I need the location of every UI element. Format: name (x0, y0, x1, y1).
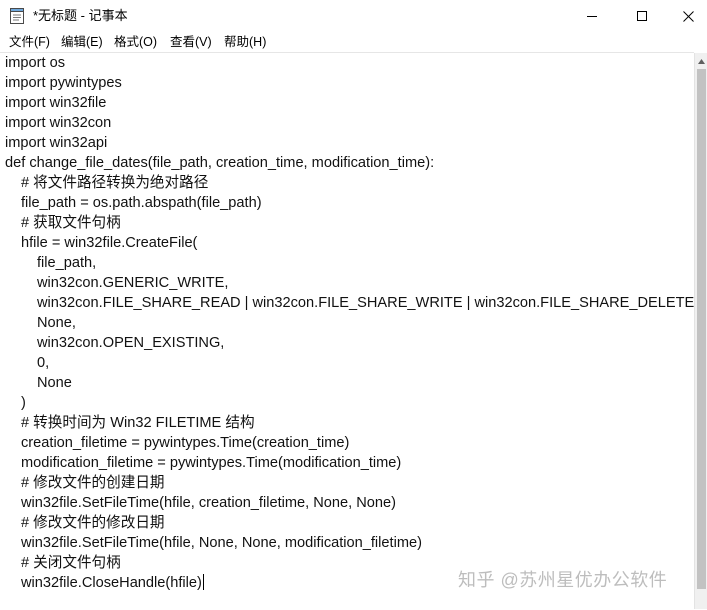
menu-edit[interactable]: 编辑(E) (61, 34, 103, 50)
menu-help[interactable]: 帮助(H) (224, 34, 266, 50)
title-bar[interactable]: *无标题 - 记事本 (0, 0, 707, 32)
menu-format[interactable]: 格式(O) (114, 34, 157, 50)
watermark: 知乎 @苏州星优办公软件 (458, 570, 668, 590)
editor-line: file_path, (37, 255, 97, 271)
text-caret (202, 574, 204, 590)
editor-line: import win32con (5, 115, 112, 131)
editor-line: import pywintypes (5, 75, 122, 91)
editor-line: 0, (37, 355, 50, 371)
editor-line: win32con.GENERIC_WRITE, (37, 275, 229, 291)
editor-line: # 修改文件的修改日期 (21, 515, 165, 531)
menu-view[interactable]: 查看(V) (170, 34, 212, 50)
editor-line: ) (21, 395, 26, 411)
menu-file[interactable]: 文件(F) (9, 34, 50, 50)
editor-line: import win32file (5, 95, 107, 111)
window-title: *无标题 - 记事本 (33, 8, 128, 23)
scroll-up-button[interactable] (695, 55, 707, 67)
editor-line: hfile = win32file.CreateFile( (21, 235, 198, 251)
text-editor[interactable]: import os import pywintypes import win32… (0, 52, 698, 610)
close-icon (682, 10, 694, 22)
editor-line: file_path = os.path.abspath(file_path) (21, 195, 262, 211)
editor-line: def change_file_dates(file_path, creatio… (5, 155, 435, 171)
minimize-button[interactable] (569, 0, 615, 32)
editor-line-text: win32file.CloseHandle(hfile) (21, 575, 202, 591)
close-button[interactable] (665, 0, 707, 32)
maximize-button[interactable] (619, 0, 665, 32)
notepad-icon (10, 8, 24, 24)
editor-line: # 将文件路径转换为绝对路径 (21, 175, 209, 191)
chevron-up-icon (698, 58, 705, 64)
editor-content[interactable]: import os import pywintypes import win32… (5, 53, 698, 593)
editor-line: None, (37, 315, 76, 331)
editor-line: # 获取文件句柄 (21, 215, 121, 231)
vertical-scrollbar[interactable] (694, 53, 707, 609)
editor-line: win32con.FILE_SHARE_READ | win32con.FILE… (37, 295, 699, 311)
editor-line: modification_filetime = pywintypes.Time(… (21, 455, 402, 471)
editor-line: creation_filetime = pywintypes.Time(crea… (21, 435, 350, 451)
editor-line: win32file.SetFileTime(hfile, None, None,… (21, 535, 422, 551)
editor-line: win32con.OPEN_EXISTING, (37, 335, 225, 351)
menu-bar: 文件(F) 编辑(E) 格式(O) 查看(V) 帮助(H) (0, 32, 707, 52)
minimize-icon (587, 16, 597, 17)
scroll-thumb[interactable] (697, 69, 706, 589)
maximize-icon (637, 11, 647, 21)
editor-line: # 修改文件的创建日期 (21, 475, 165, 491)
editor-line: win32file.SetFileTime(hfile, creation_fi… (21, 495, 397, 511)
editor-line: import win32api (5, 135, 108, 151)
editor-line: None (37, 375, 72, 391)
notepad-window: *无标题 - 记事本 文件(F) 编辑(E) 格式(O) 查看(V) 帮助(H)… (0, 0, 707, 610)
editor-line: # 转换时间为 Win32 FILETIME 结构 (21, 415, 255, 431)
editor-line: import os (5, 55, 66, 71)
